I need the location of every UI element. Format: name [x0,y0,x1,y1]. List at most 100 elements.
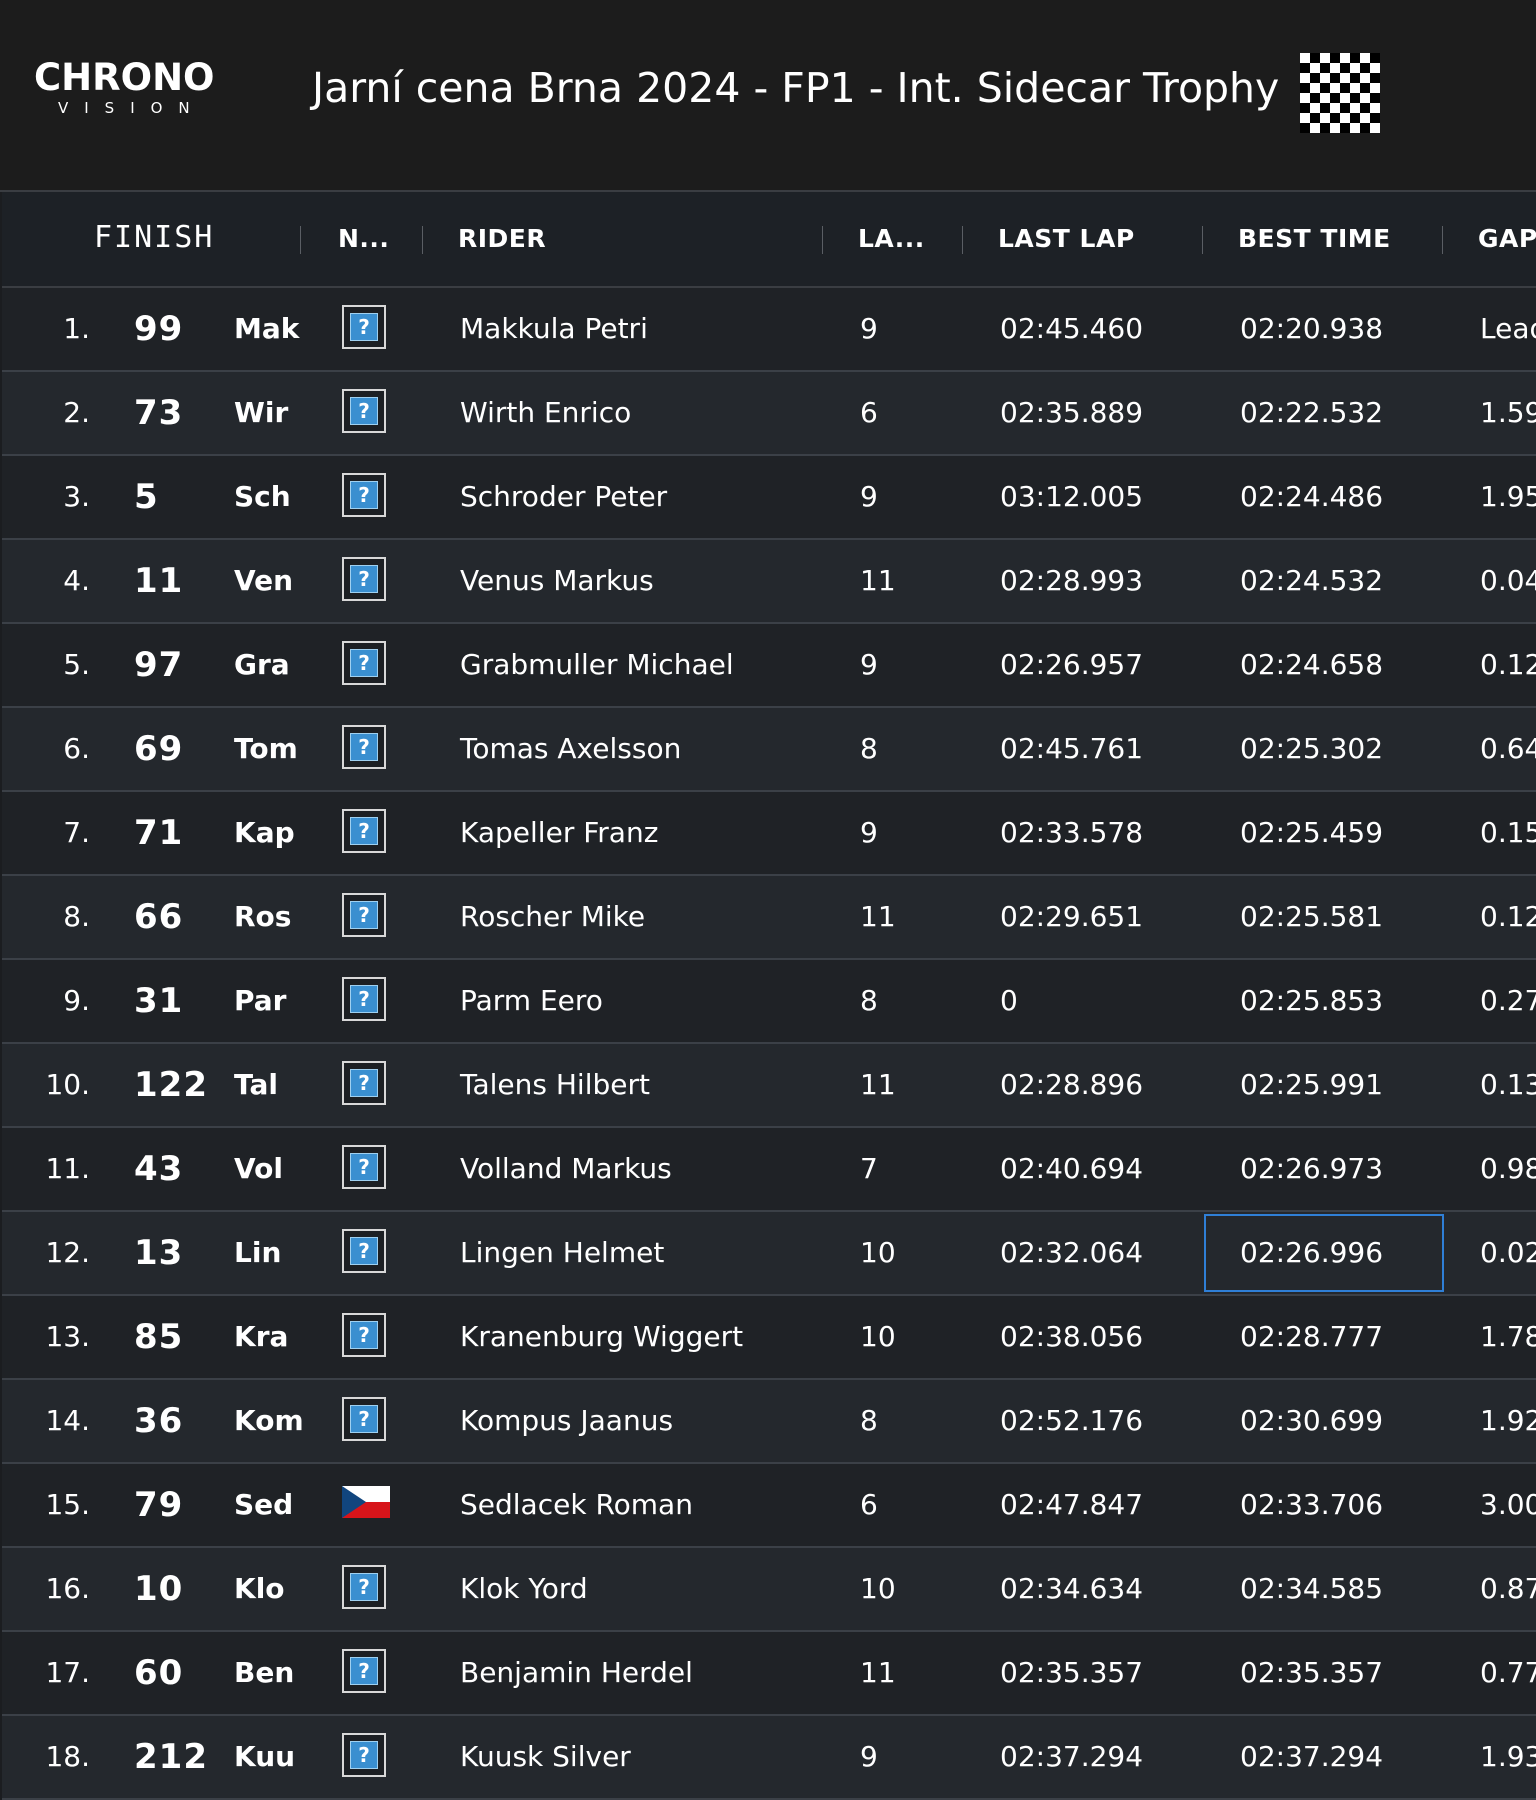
last-lap-cell: 02:28.896 [1000,1068,1144,1101]
column-separator[interactable] [822,226,823,254]
race-number-cell: 31 [134,981,184,1021]
rider-name-cell: Grabmuller Michael [460,648,734,681]
gap-cell: 0.138 [1480,1068,1536,1101]
best-time-cell: 02:34.585 [1240,1572,1384,1605]
table-row[interactable]: 3. 5 Sch? Schroder Peter 9 03:12.005 02:24.486… [2,456,1536,540]
laps-cell: 8 [860,732,878,765]
czech-flag-icon [342,1464,390,1546]
position-cell: 15. [45,1488,90,1521]
race-number-cell: 85 [134,1317,184,1357]
laps-cell: 11 [860,900,896,933]
position-cell: 14. [45,1404,90,1437]
table-row[interactable]: 16. 10 Klo? Klok Yord 10 02:34.634 02:34.585 0.… [2,1548,1536,1632]
rider-abbreviation-cell: Kra [234,1320,289,1353]
column-header-rider[interactable]: RIDER [458,224,546,253]
table-row[interactable]: 5. 97 Gra? Grabmuller Michael 9 02:26.957 02:2… [2,624,1536,708]
gap-cell: 1.922 [1480,1404,1536,1437]
race-number-cell: 43 [134,1149,184,1189]
best-time-cell: 02:20.938 [1240,312,1384,345]
last-lap-cell: 02:37.294 [1000,1740,1144,1773]
position-cell: 18. [45,1740,90,1773]
column-separator[interactable] [1442,226,1443,254]
column-header-finish[interactable]: FINISH [94,220,214,255]
unknown-flag-icon: ? [342,1296,390,1378]
table-row[interactable]: 2. 73 Wir? Wirth Enrico 6 02:35.889 02:22.532 1… [2,372,1536,456]
best-time-cell: 02:25.302 [1240,732,1384,765]
best-time-cell: 02:25.581 [1240,900,1384,933]
laps-cell: 10 [860,1320,896,1353]
laps-cell: 7 [860,1152,878,1185]
race-number-cell: 79 [134,1485,184,1525]
position-cell: 1. [63,312,90,345]
laps-cell: 8 [860,1404,878,1437]
unknown-flag-icon: ? [342,540,390,622]
laps-cell: 6 [860,1488,878,1521]
column-separator[interactable] [1202,226,1203,254]
table-row[interactable]: 12. 13 Lin? Lingen Helmet 10 02:32.064 02:26.9… [2,1212,1536,1296]
last-lap-cell: 02:45.761 [1000,732,1144,765]
rider-abbreviation-cell: Ros [234,900,292,933]
table-row[interactable]: 11. 43 Vol? Volland Markus 7 02:40.694 02:26.9… [2,1128,1536,1212]
last-lap-cell: 02:47.847 [1000,1488,1144,1521]
table-row[interactable]: 14. 36 Kom? Kompus Jaanus 8 02:52.176 02:30.69… [2,1380,1536,1464]
last-lap-cell: 02:40.694 [1000,1152,1144,1185]
laps-cell: 6 [860,396,878,429]
laps-cell: 10 [860,1572,896,1605]
rider-name-cell: Tomas Axelsson [460,732,682,765]
table-row[interactable]: 4. 11 Ven? Venus Markus 11 02:28.993 02:24.532… [2,540,1536,624]
rider-name-cell: Wirth Enrico [460,396,632,429]
last-lap-cell: 02:32.064 [1000,1236,1144,1269]
best-time-cell: 02:24.532 [1240,564,1384,597]
gap-cell: 0.879 [1480,1572,1536,1605]
table-body: 1. 99 Mak? Makkula Petri 9 02:45.460 02:20.938… [2,288,1536,1800]
table-row[interactable]: 13. 85 Kra? Kranenburg Wiggert 10 02:38.056 02… [2,1296,1536,1380]
gap-cell: 1.954 [1480,480,1536,513]
column-separator[interactable] [300,226,301,254]
rider-name-cell: Volland Markus [460,1152,672,1185]
gap-cell: 0.772 [1480,1656,1536,1689]
table-row[interactable]: 7. 71 Kap? Kapeller Franz 9 02:33.578 02:25.45… [2,792,1536,876]
table-row[interactable]: 9. 31 Par? Parm Eero 8 0 02:25.853 0.272 [2,960,1536,1044]
table-row[interactable]: 6. 69 Tom? Tomas Axelsson 8 02:45.761 02:25.30… [2,708,1536,792]
unknown-flag-icon: ? [342,876,390,958]
column-header-last-lap[interactable]: LAST LAP [998,224,1135,253]
best-time-cell: 02:24.486 [1240,480,1384,513]
last-lap-cell: 02:29.651 [1000,900,1144,933]
last-lap-cell: 02:28.993 [1000,564,1144,597]
table-row[interactable]: 15. 79 Sed Sedlacek Roman 6 02:47.847 02:33.70… [2,1464,1536,1548]
laps-cell: 9 [860,312,878,345]
column-header-best-time[interactable]: BEST TIME [1238,224,1391,253]
position-cell: 6. [63,732,90,765]
position-cell: 2. [63,396,90,429]
table-row[interactable]: 17. 60 Ben? Benjamin Herdel 11 02:35.357 02:35… [2,1632,1536,1716]
laps-cell: 11 [860,1656,896,1689]
column-separator[interactable] [962,226,963,254]
app-header: CHRONO VISION Jarní cena Brna 2024 - FP1… [0,0,1536,192]
unknown-flag-icon: ? [342,1380,390,1462]
last-lap-cell: 02:35.357 [1000,1656,1144,1689]
table-row[interactable]: 1. 99 Mak? Makkula Petri 9 02:45.460 02:20.938… [2,288,1536,372]
rider-name-cell: Roscher Mike [460,900,646,933]
laps-cell: 8 [860,984,878,1017]
column-header-nationality[interactable]: N... [338,224,389,253]
gap-cell: 0.982 [1480,1152,1536,1185]
best-time-cell: 02:26.996 [1240,1236,1384,1269]
table-row[interactable]: 10. 122 Tal? Talens Hilbert 11 02:28.896 02:25… [2,1044,1536,1128]
gap-cell: 0.046 [1480,564,1536,597]
column-header-gap[interactable]: GAP [1478,224,1536,253]
best-time-cell: 02:22.532 [1240,396,1384,429]
race-number-cell: 99 [134,309,184,349]
rider-abbreviation-cell: Lin [234,1236,282,1269]
race-number-cell: 13 [134,1233,184,1273]
best-time-cell: 02:25.991 [1240,1068,1384,1101]
chronovision-logo: CHRONO VISION [34,58,214,118]
rider-name-cell: Lingen Helmet [460,1236,665,1269]
unknown-flag-icon: ? [342,288,390,370]
table-row[interactable]: 18. 212 Kuu? Kuusk Silver 9 02:37.294 02:37.29… [2,1716,1536,1800]
column-header-laps[interactable]: LA... [858,224,925,253]
race-number-cell: 71 [134,813,184,853]
column-separator[interactable] [422,226,423,254]
race-number-cell: 66 [134,897,184,937]
race-number-cell: 97 [134,645,184,685]
table-row[interactable]: 8. 66 Ros? Roscher Mike 11 02:29.651 02:25.581… [2,876,1536,960]
